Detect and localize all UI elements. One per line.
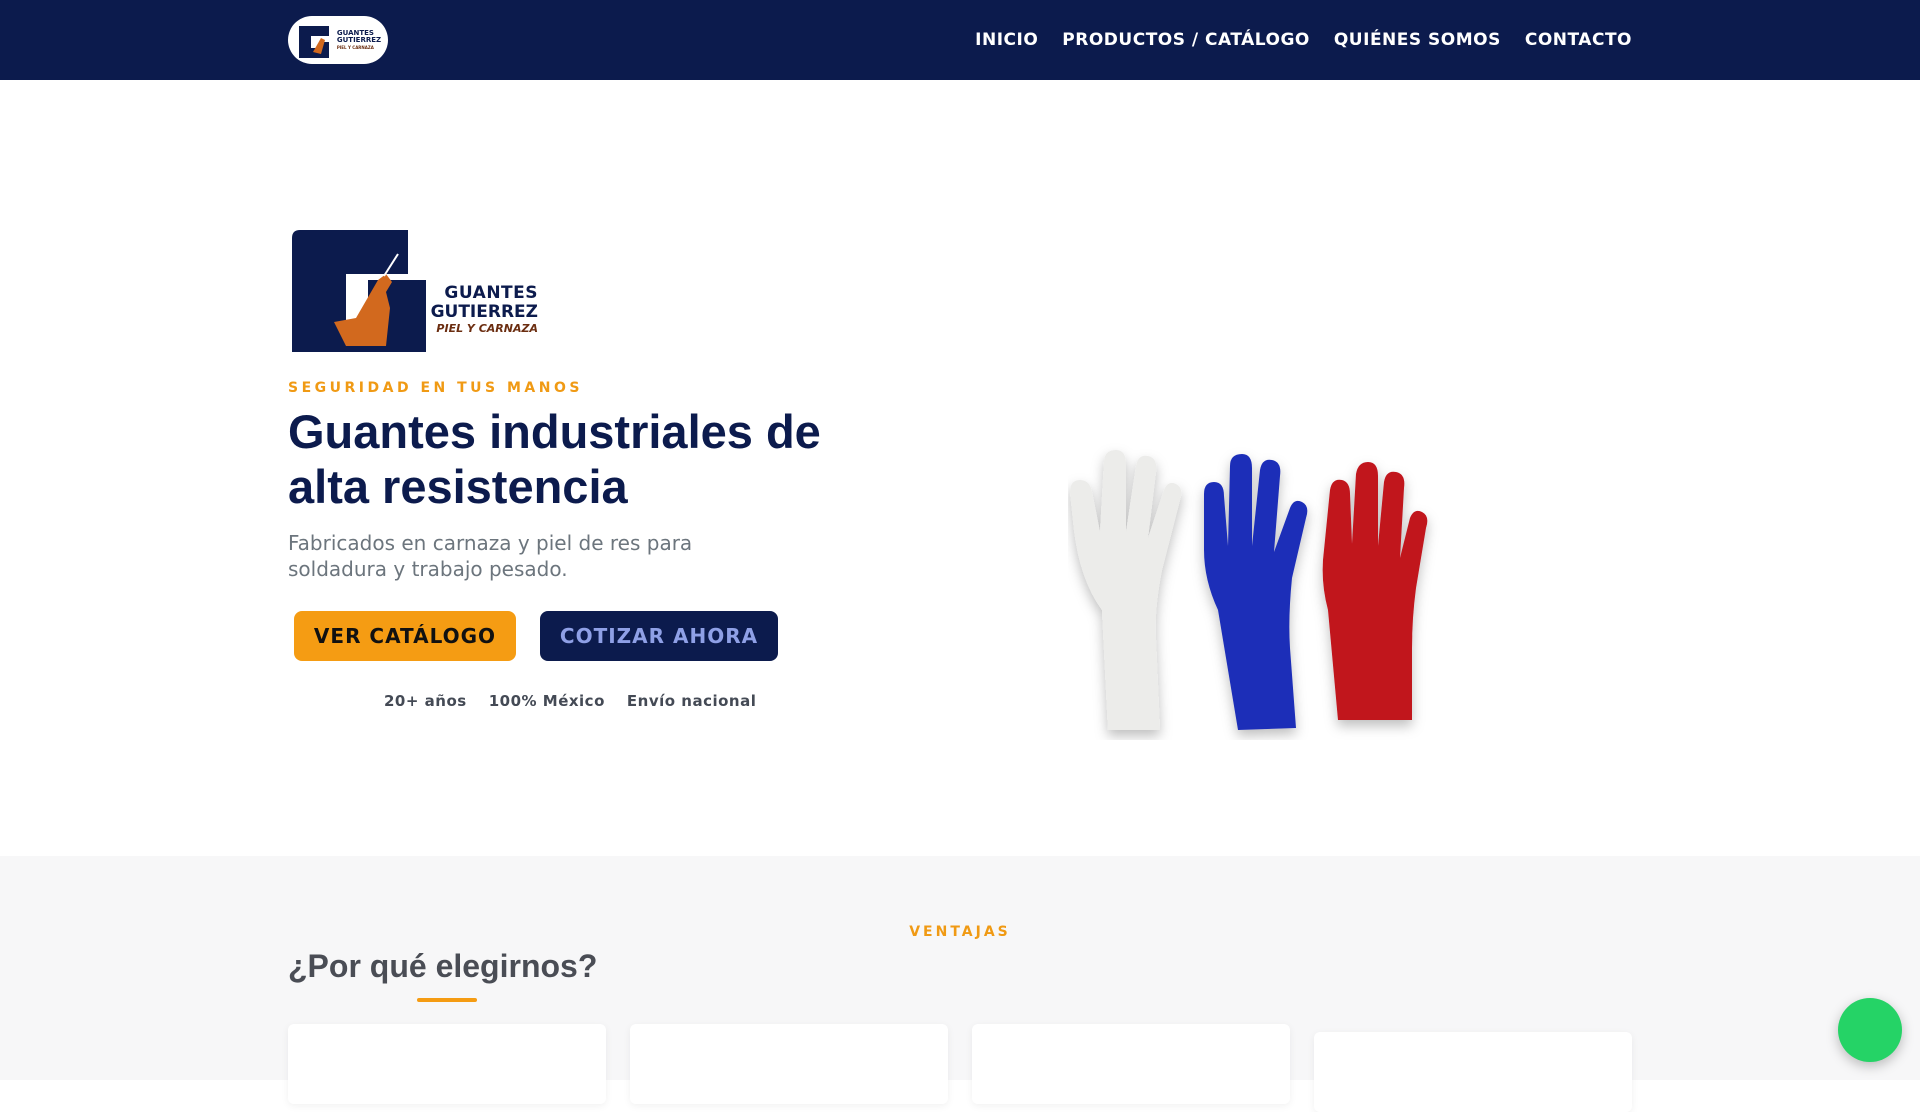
navbar: GUANTES GUTIERREZ PIEL Y CARNAZA INICIO … [0,0,1920,80]
nav-logo-line2: GUTIERREZ [336,35,382,44]
hero-logo-text: GUANTES GUTIERREZ PIEL Y CARNAZA [420,283,538,336]
ventaja-card-2 [630,1024,948,1104]
hero-section: GUANTES GUTIERREZ PIEL Y CARNAZA SEGURID… [0,80,1920,856]
ventajas-title: ¿Por qué elegirnos? [288,948,598,984]
ver-catalogo-button[interactable]: VER CATÁLOGO [294,611,516,661]
hero-logo-line3: PIEL Y CARNAZA [436,322,538,335]
hero-logo-line1: GUANTES [444,283,538,303]
hero-title: Guantes industriales de alta resistencia [288,405,821,513]
blue-glove [1204,454,1308,730]
hero-subtitle: Fabricados en carnaza y piel de res para… [288,531,693,581]
red-glove [1322,462,1428,720]
nav-logo[interactable]: GUANTES GUTIERREZ PIEL Y CARNAZA [288,16,388,64]
white-glove [1070,450,1182,730]
ventaja-card-3 [972,1024,1290,1104]
whatsapp-icon[interactable] [1838,998,1902,1062]
hero-logo: GUANTES GUTIERREZ PIEL Y CARNAZA [288,222,538,360]
nav-link-productos[interactable]: PRODUCTOS / CATÁLOGO [1062,30,1310,50]
nav-link-inicio[interactable]: INICIO [975,30,1038,50]
ventajas-tag: VENTAJAS [909,924,1011,940]
stat-shipping: Envío nacional [626,692,757,710]
stat-mexico: 100% México [488,692,605,710]
nav-link-quienes-somos[interactable]: QUIÉNES SOMOS [1334,30,1501,50]
nav-logo-line3: PIEL Y CARNAZA [336,44,374,50]
brand-g-icon [298,26,329,58]
stat-years: 20+ años [384,692,467,710]
cotizar-ahora-button[interactable]: COTIZAR AHORA [540,611,778,661]
gloves-product-image [1070,450,1428,730]
ventaja-card-4 [1314,1032,1632,1112]
ventaja-card-1 [288,1024,606,1104]
hero-tagline: SEGURIDAD EN TUS MANOS [288,380,583,396]
main-nav: INICIO PRODUCTOS / CATÁLOGO QUIÉNES SOMO… [975,0,1632,80]
hero-logo-line2: GUTIERREZ [430,302,538,322]
nav-logo-text: GUANTES GUTIERREZ PIEL Y CARNAZA [336,29,382,51]
nav-link-contacto[interactable]: CONTACTO [1525,30,1632,50]
ventajas-title-underline [417,998,477,1002]
hero-stats: 20+ años 100% México Envío nacional [384,692,756,710]
ventajas-section: VENTAJAS ¿Por qué elegirnos? [0,856,1920,1112]
